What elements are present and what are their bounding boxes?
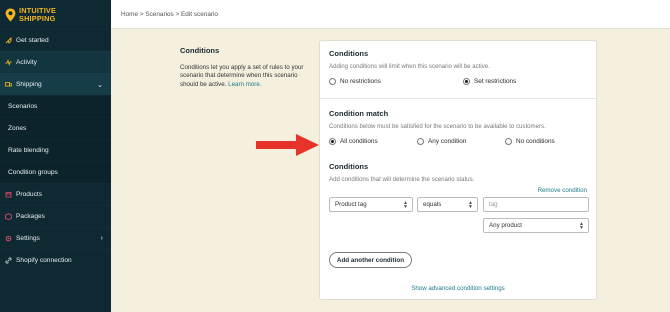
- condition-match-description: Conditions below must be satisfied for t…: [329, 123, 546, 130]
- chevron-right-icon[interactable]: ›: [101, 235, 103, 242]
- add-condition-button[interactable]: Add another condition: [329, 252, 412, 268]
- product-scope-select[interactable]: Any product ▲ ▼: [483, 218, 589, 233]
- all-conditions-radio[interactable]: All conditions: [329, 138, 417, 145]
- match-options: All conditions Any condition No conditio…: [329, 138, 587, 145]
- truck-icon: [5, 81, 12, 88]
- intro-title: Conditions: [180, 46, 220, 55]
- select-value: Any product: [489, 222, 523, 229]
- conditions-title: Conditions: [329, 49, 369, 58]
- select-value: Product tag: [335, 201, 367, 208]
- link-icon: [5, 257, 12, 264]
- select-value: equals: [423, 201, 442, 208]
- sidebar-item-get-started[interactable]: Get started: [0, 29, 111, 51]
- header-bar: Home > Scenarios > Edit scenario: [111, 0, 670, 29]
- gear-icon: [5, 235, 12, 242]
- intro-text: Conditions let you apply a set of rules …: [180, 64, 305, 89]
- radio-circle[interactable]: [417, 138, 424, 145]
- no-conditions-radio[interactable]: No conditions: [505, 138, 555, 145]
- radio-circle[interactable]: [505, 138, 512, 145]
- rules-description: Add conditions that will determine the s…: [329, 176, 475, 183]
- sidebar-item-label: Packages: [16, 213, 45, 220]
- radio-label: Any condition: [428, 138, 467, 145]
- tag-placeholder: tag: [489, 201, 498, 208]
- restriction-options: No restrictions Set restrictions: [329, 78, 587, 85]
- sidebar-item-label: Condition groups: [8, 169, 58, 176]
- rules-title: Conditions: [329, 162, 369, 171]
- sidebar-item-shopify-connection[interactable]: Shopify connection: [0, 249, 111, 271]
- breadcrumb[interactable]: Home > Scenarios > Edit scenario: [121, 11, 218, 18]
- brand-logo[interactable]: INTUITIVE SHIPPING: [0, 0, 111, 29]
- radio-label: All conditions: [340, 138, 378, 145]
- radio-label: No restrictions: [340, 78, 381, 85]
- radio-label: Set restrictions: [474, 78, 517, 85]
- rules-section: Conditions Add conditions that will dete…: [320, 152, 596, 191]
- sidebar-item-settings[interactable]: Settings ›: [0, 227, 111, 249]
- condition-field-select[interactable]: Product tag ▲ ▼: [329, 197, 413, 212]
- location-pin-icon: [5, 8, 16, 21]
- sidebar: INTUITIVE SHIPPING Get started Activity …: [0, 0, 111, 312]
- sidebar-item-label: Zones: [8, 125, 27, 132]
- conditions-section: Conditions Adding conditions will limit …: [320, 41, 596, 98]
- sidebar-item-label: Shopify connection: [16, 257, 72, 264]
- tag-input[interactable]: tag: [483, 197, 589, 212]
- no-restrictions-radio[interactable]: No restrictions: [329, 78, 463, 85]
- remove-condition-link[interactable]: Remove condition: [537, 187, 587, 194]
- sidebar-item-activity[interactable]: Activity: [0, 51, 111, 73]
- brand-line-2: SHIPPING: [19, 13, 56, 23]
- activity-icon: [5, 59, 12, 66]
- rocket-icon: [5, 37, 12, 44]
- annotation-arrow-icon: [256, 134, 319, 156]
- condition-match-title: Condition match: [329, 109, 389, 118]
- sidebar-item-shipping[interactable]: Shipping ⌄: [0, 73, 111, 95]
- select-caret-icon: ▲ ▼: [468, 200, 473, 210]
- conditions-description: Adding conditions will limit when this s…: [329, 63, 490, 70]
- sidebar-item-packages[interactable]: Packages: [0, 205, 111, 227]
- sidebar-item-condition-groups[interactable]: Condition groups: [0, 161, 111, 183]
- radio-circle-selected[interactable]: [463, 78, 470, 85]
- any-condition-radio[interactable]: Any condition: [417, 138, 505, 145]
- select-caret-icon: ▲ ▼: [403, 200, 408, 210]
- condition-match-section: Condition match Conditions below must be…: [320, 99, 596, 152]
- radio-circle[interactable]: [329, 78, 336, 85]
- condition-operator-select[interactable]: equals ▲ ▼: [417, 197, 478, 212]
- radio-label: No conditions: [516, 138, 555, 145]
- sidebar-item-label: Rate blending: [8, 147, 49, 154]
- chevron-down-icon[interactable]: ⌄: [97, 81, 103, 89]
- sidebar-item-label: Activity: [16, 59, 37, 66]
- sidebar-item-products[interactable]: Products: [0, 183, 111, 205]
- brand-name: INTUITIVE SHIPPING: [19, 7, 56, 22]
- conditions-intro: Conditions Conditions let you apply a se…: [180, 46, 305, 89]
- sidebar-nav: Get started Activity Shipping ⌄ Scenario…: [0, 29, 111, 271]
- sidebar-item-label: Shipping: [16, 81, 42, 88]
- conditions-card: Conditions Adding conditions will limit …: [319, 40, 597, 300]
- radio-circle-selected[interactable]: [329, 138, 336, 145]
- box-icon: [5, 191, 12, 198]
- sidebar-item-label: Products: [16, 191, 43, 198]
- sidebar-item-label: Settings: [16, 235, 40, 242]
- sidebar-item-scenarios[interactable]: Scenarios: [0, 95, 111, 117]
- sidebar-item-zones[interactable]: Zones: [0, 117, 111, 139]
- advanced-settings-link[interactable]: Show advanced condition settings: [320, 285, 596, 292]
- learn-more-link[interactable]: Learn more.: [228, 81, 261, 88]
- package-icon: [5, 213, 12, 220]
- sidebar-item-rate-blending[interactable]: Rate blending: [0, 139, 111, 161]
- sidebar-item-label: Get started: [16, 37, 49, 44]
- sidebar-item-label: Scenarios: [8, 103, 38, 110]
- select-caret-icon: ▲ ▼: [579, 221, 584, 231]
- set-restrictions-radio[interactable]: Set restrictions: [463, 78, 516, 85]
